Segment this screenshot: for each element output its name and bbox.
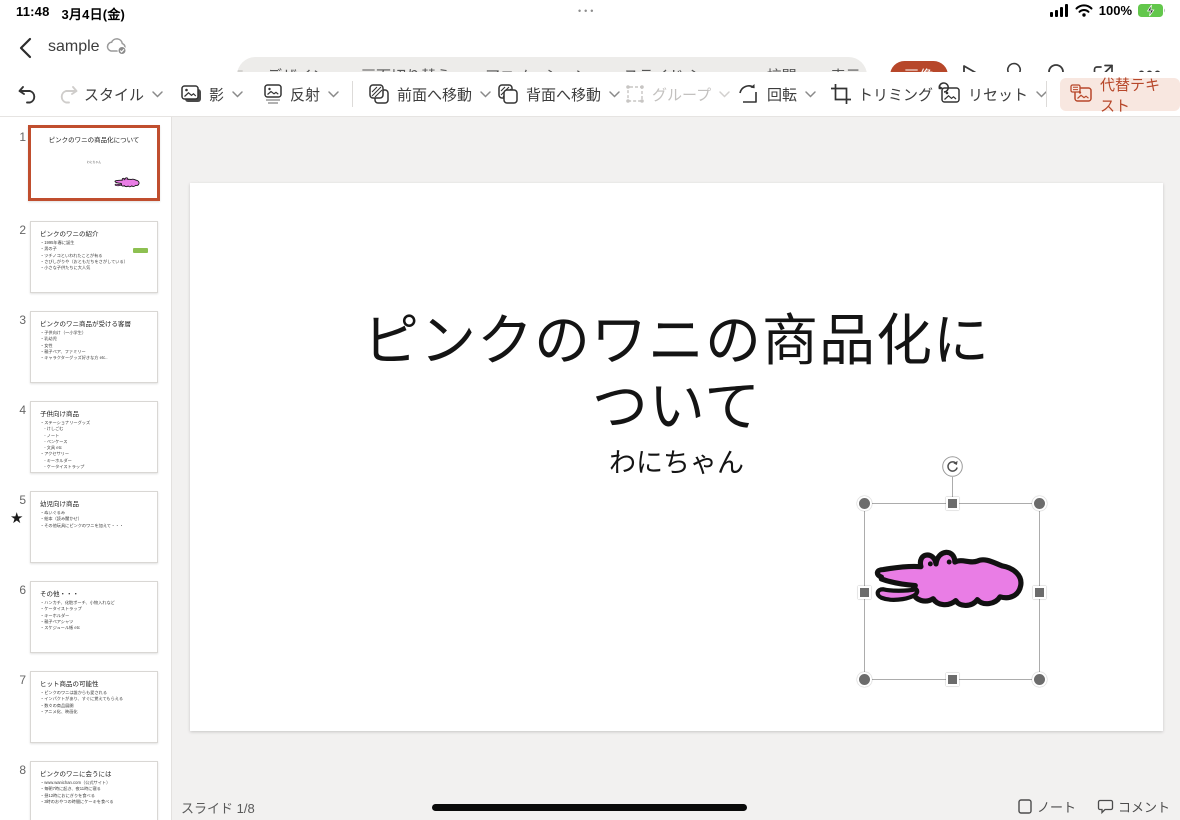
thumbnail-slide-7[interactable]: ヒット商品の可能性 ・ピンクのワニは誰からも愛される ・インパクトがあり、すぐに… [30,671,158,743]
document-title: sample [48,38,100,55]
reset-picture-button[interactable]: リセット [938,72,1047,116]
bring-forward-icon [369,84,389,104]
slide-number: 8 [19,763,26,777]
battery-percent: 100% [1098,3,1132,18]
slide-number: 7 [19,673,26,687]
group-button-disabled: グループ [624,72,730,116]
cloud-sync-icon [105,37,129,60]
resize-handle-w[interactable] [858,586,871,599]
crop-icon [831,84,851,104]
comments-icon [1097,799,1114,815]
notes-button[interactable]: ノート [1018,797,1076,816]
shadow-menu-button[interactable]: 影 [180,72,243,116]
send-backward-button[interactable]: 背面へ移動 [497,72,620,116]
resize-handle-n[interactable] [946,497,959,510]
thumbnail-slide-1-selected[interactable]: ピンクのワニの商品化について わにちゃん [28,125,160,201]
toolbar-divider [352,81,353,107]
battery-charging-icon [1138,4,1165,17]
chevron-down-icon [719,90,730,98]
bring-forward-button[interactable]: 前面へ移動 [368,72,491,116]
slide-title[interactable]: ピンクのワニの商品化に ついて [190,308,1163,440]
comments-button[interactable]: コメント [1097,797,1170,816]
thumbnail-slide-8[interactable]: ピンクのワニに会うには ・www.wanichan.com（公式サイト） ・毎朝… [30,761,158,820]
resize-handle-se[interactable] [1032,672,1047,687]
clock: 11:48 [16,4,50,19]
reflection-menu-button[interactable]: 反射 [262,72,339,116]
slide-thumbnail-panel: 1 ピンクのワニの商品化について わにちゃん 2 ピンクのワニの紹介 ・1995… [0,117,172,820]
slide-counter: スライド 1/8 [181,801,255,816]
multitask-indicator-icon: ••• [578,6,597,16]
resize-handle-sw[interactable] [857,672,872,687]
thumbnail-slide-5[interactable]: 幼児向け商品 ・ぬいぐるみ ・絵本（読み聞かせ） ・その他玩具にピンクのワニを加… [30,491,158,563]
slide-subtitle[interactable]: わにちゃん [190,441,1163,480]
redo-button[interactable] [56,72,80,116]
app-title-bar: sample 画 デザイン 画面切り替え アニメーション スライド ショー 校閲… [0,24,1180,94]
style-menu-button[interactable]: スタイル [84,72,163,116]
picture-ribbon-toolbar: スタイル 影 反射 前面へ移動 背面へ移動 グループ 回転 トリミング リセット… [0,72,1180,117]
toolbar-divider [1046,81,1047,107]
ipad-status-bar: 11:48 3月4日(金) ••• 100% [0,0,1180,24]
picture-reflection-icon [264,84,282,104]
slide-number: 4 [19,403,26,417]
picture-shadow-icon [181,85,201,102]
chevron-down-icon [328,90,339,98]
back-button[interactable] [16,36,40,60]
rotate-handle[interactable] [942,456,963,477]
chevron-down-icon [609,90,620,98]
wifi-icon [1075,4,1093,17]
thumbnail-slide-3[interactable]: ピンクのワニ商品が受ける客層 ・子供向け（〜小学生） ・乳幼児 ・女性 ・親子ペ… [30,311,158,383]
undo-button[interactable] [16,72,40,116]
home-indicator[interactable] [432,804,747,811]
editing-canvas: ピンクのワニの商品化に ついて わにちゃん スライド 1/8 ノート コメント [172,117,1180,820]
status-date: 3月4日(金) [61,7,126,22]
thumbnail-slide-6[interactable]: その他・・・ ・ハンカチ、化粧ポーチ、小物入れなど ・ケータイストラップ ・キー… [30,581,158,653]
chevron-down-icon [152,90,163,98]
slide-number: 2 [19,223,26,237]
thumbnail-slide-2[interactable]: ピンクのワニの紹介 ・1995年春に誕生 ・男の子 ・ツチノコといわれたことが有… [30,221,158,293]
reset-picture-icon [938,82,960,103]
slide-number: 6 [19,583,26,597]
green-shape [133,248,148,253]
chevron-down-icon [232,90,243,98]
chevron-down-icon [480,90,491,98]
starred-slide-icon: ★ [10,510,24,527]
resize-handle-s[interactable] [946,673,959,686]
notes-icon [1018,799,1032,814]
group-icon [626,85,644,103]
resize-handle-e[interactable] [1033,586,1046,599]
thumbnail-slide-4[interactable]: 子供向け商品 ・ステーショナリーグッズ - けしごむ - ノート - ペンケース… [30,401,158,473]
alt-text-button[interactable]: 代替テキスト [1060,77,1180,115]
resize-handle-nw[interactable] [857,496,872,511]
alt-text-icon [1070,84,1092,102]
resize-handle-ne[interactable] [1032,496,1047,511]
image-selection-box[interactable] [857,456,1047,687]
slide-number: 3 [19,313,26,327]
crop-button[interactable]: トリミング [830,72,933,116]
rotate-menu-button[interactable]: 回転 [737,72,816,116]
chevron-down-icon [805,90,816,98]
send-backward-icon [498,84,518,104]
pink-crocodile-thumb [114,177,140,188]
rotate-icon [739,84,757,103]
slide-number: 5 [19,493,26,507]
slide-number: 1 [19,130,26,144]
cellular-signal-icon [1049,4,1068,17]
